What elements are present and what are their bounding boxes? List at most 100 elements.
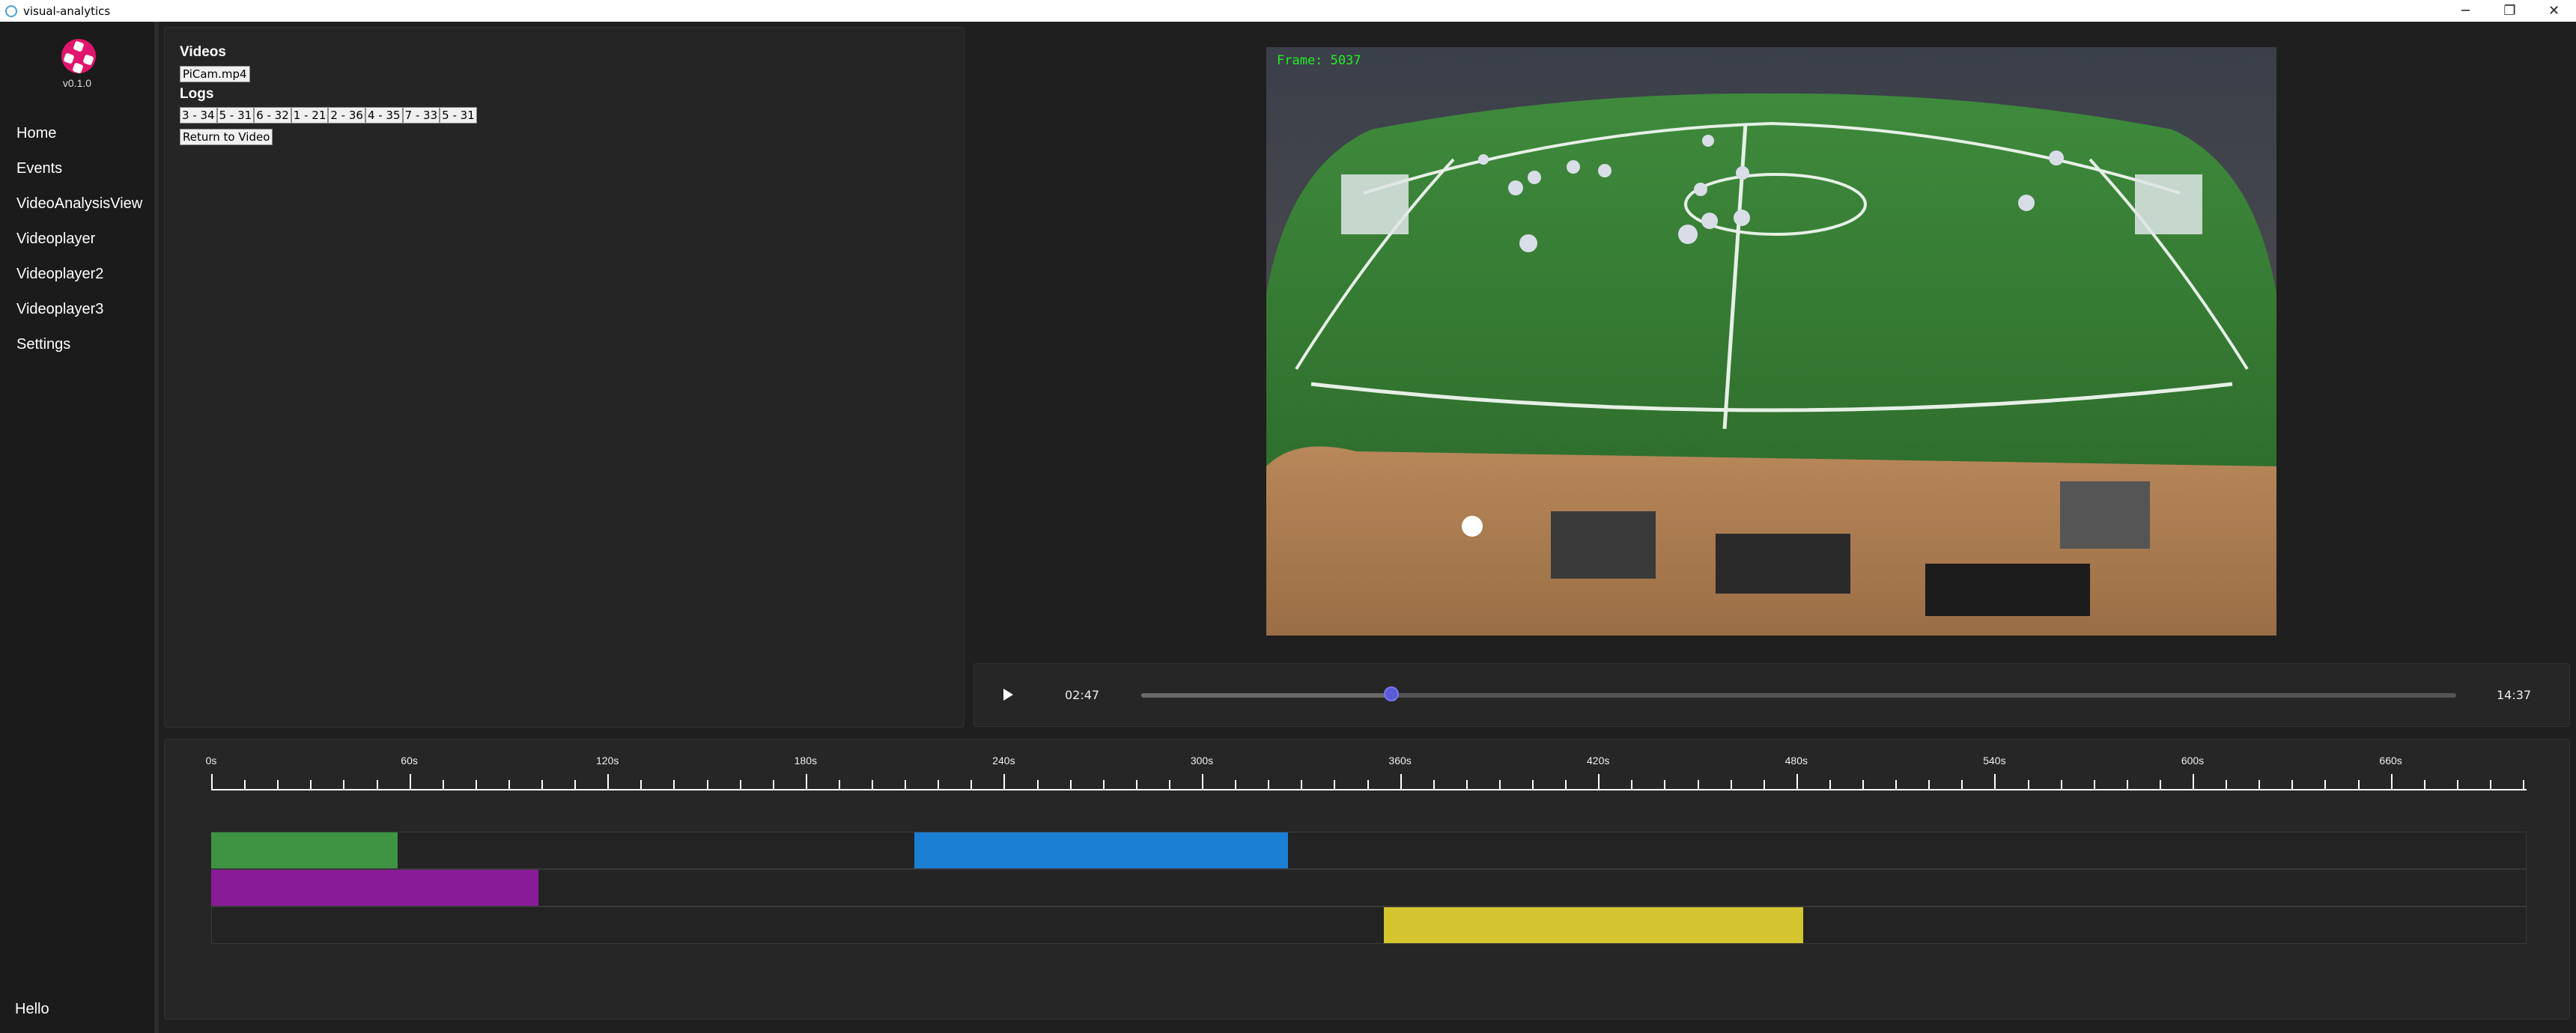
- timeline-track[interactable]: [211, 869, 2527, 906]
- play-icon[interactable]: [997, 685, 1017, 704]
- sidebar-item-videoanalysisview[interactable]: VideoAnalysisView: [16, 195, 142, 213]
- sidebar-item-videoplayer2[interactable]: Videoplayer2: [16, 266, 103, 283]
- timeline-tick: [2060, 780, 2062, 790]
- timeline-tick: [1829, 780, 1831, 790]
- logs-heading: Logs: [180, 86, 214, 102]
- sidebar-item-home[interactable]: Home: [16, 125, 56, 142]
- video-file-button[interactable]: PiCam.mp4: [180, 66, 250, 82]
- timeline-tick: [2126, 780, 2128, 790]
- log-button[interactable]: 6 - 32: [254, 107, 291, 124]
- timeline-tick: [2027, 780, 2029, 790]
- timeline-tick: [541, 780, 543, 790]
- video-frame[interactable]: Frame: 5037: [1266, 47, 2276, 636]
- total-time: 14:37: [2497, 688, 2532, 702]
- timeline-tick-label: 240s: [992, 755, 1015, 767]
- timeline-tick: [805, 774, 807, 790]
- timeline-tick: [1235, 780, 1237, 790]
- timeline-tick-label: 660s: [2379, 755, 2402, 767]
- log-button[interactable]: 1 - 21: [291, 107, 329, 124]
- log-button[interactable]: 3 - 34: [180, 107, 217, 124]
- timeline-tick: [343, 780, 345, 790]
- timeline-tick: [905, 780, 907, 790]
- log-button[interactable]: 4 - 35: [365, 107, 403, 124]
- current-time: 02:47: [1065, 688, 1100, 702]
- log-button[interactable]: 5 - 31: [440, 107, 477, 124]
- timeline-tick: [1498, 780, 1501, 790]
- timeline-tick: [310, 780, 312, 790]
- timeline-tick: [838, 780, 840, 790]
- file-selection-panel: [164, 27, 965, 728]
- timeline-tick: [1003, 774, 1006, 790]
- timeline-tick: [508, 780, 510, 790]
- timeline-tick: [211, 774, 213, 790]
- timeline-tick: [1465, 780, 1468, 790]
- timeline-tick: [1631, 780, 1633, 790]
- timeline-tick: [607, 774, 610, 790]
- timeline-tick: [1598, 774, 1600, 790]
- timeline-tick: [1268, 780, 1270, 790]
- timeline-tick: [1796, 774, 1798, 790]
- sidebar-item-events[interactable]: Events: [16, 160, 62, 177]
- timeline-event-block[interactable]: [1383, 907, 1803, 943]
- return-to-video-button[interactable]: Return to Video: [180, 129, 273, 145]
- timeline-tick: [1334, 780, 1336, 790]
- timeline-tick: [1664, 780, 1666, 790]
- timeline-tick: [1565, 780, 1567, 790]
- timeline-tick-label: 120s: [596, 755, 619, 767]
- timeline-axis: [211, 789, 2527, 790]
- log-button[interactable]: 2 - 36: [328, 107, 365, 124]
- sidebar-item-videoplayer3[interactable]: Videoplayer3: [16, 301, 103, 318]
- timeline-tick: [739, 780, 741, 790]
- log-button[interactable]: 5 - 31: [216, 107, 255, 124]
- timeline-tick: [1961, 780, 1963, 790]
- timeline-tick: [772, 780, 774, 790]
- timeline-tick: [706, 780, 708, 790]
- timeline-tick: [673, 780, 675, 790]
- timeline-tick: [1730, 780, 1732, 790]
- timeline-event-block[interactable]: [914, 832, 1288, 868]
- videos-heading: Videos: [180, 44, 226, 60]
- app-icon: [5, 4, 17, 17]
- close-icon[interactable]: ✕: [2532, 0, 2576, 22]
- timeline-tick: [1400, 774, 1402, 790]
- timeline-tick: [244, 780, 246, 790]
- timeline-tick: [2390, 774, 2393, 790]
- timeline-track[interactable]: [211, 906, 2527, 944]
- minimize-icon[interactable]: ─: [2443, 0, 2488, 22]
- timeline-tick-label: 600s: [2181, 755, 2205, 767]
- timeline-tick: [2258, 780, 2261, 790]
- timeline-tick: [2357, 780, 2360, 790]
- timeline-tick: [1895, 780, 1898, 790]
- timeline-tick: [1697, 780, 1699, 790]
- seek-slider-track[interactable]: [1141, 693, 2456, 698]
- timeline-tick: [1763, 780, 1765, 790]
- timeline-tick: [1367, 780, 1369, 790]
- sidebar-item-videoplayer[interactable]: Videoplayer: [16, 231, 95, 248]
- timeline-tick: [1202, 774, 1203, 790]
- window-title: visual-analytics: [23, 4, 111, 18]
- timeline-tick: [1928, 780, 1931, 790]
- timeline-event-block[interactable]: [211, 870, 538, 906]
- timeline-tick: [938, 780, 940, 790]
- timeline-tick: [1135, 780, 1137, 790]
- timeline-tick: [277, 780, 279, 790]
- log-button[interactable]: 7 - 33: [402, 107, 440, 124]
- restore-icon[interactable]: ❐: [2488, 0, 2532, 22]
- timeline-tick: [574, 780, 577, 790]
- sidebar-item-settings[interactable]: Settings: [16, 336, 70, 353]
- sidebar-divider[interactable]: [154, 22, 159, 1033]
- window-titlebar: visual-analytics ─ ❐ ✕: [0, 0, 2576, 22]
- timeline-tick: [1102, 780, 1105, 790]
- soccer-ball-logo-icon: [61, 39, 96, 73]
- window-controls: ─ ❐ ✕: [2443, 0, 2576, 22]
- timeline-tick: [2324, 780, 2327, 790]
- seek-slider-fill: [1141, 693, 1391, 698]
- timeline-tick-label: 420s: [1587, 755, 1610, 767]
- timeline-tick: [376, 780, 378, 790]
- timeline-tick: [970, 780, 973, 790]
- timeline-tick: [1069, 780, 1072, 790]
- timeline-track[interactable]: [211, 832, 2527, 869]
- seek-slider-thumb[interactable]: [1383, 686, 1399, 701]
- timeline-event-block[interactable]: [211, 832, 398, 868]
- timeline-tick: [2193, 774, 2194, 790]
